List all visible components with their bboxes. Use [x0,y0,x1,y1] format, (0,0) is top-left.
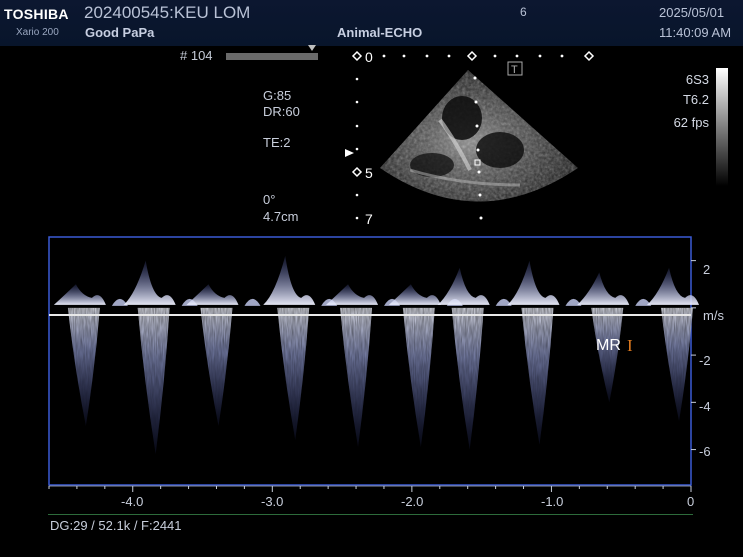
x-tick-minus1: -1.0 [541,494,564,509]
x-tick-minus4: -4.0 [121,494,144,509]
doppler-settings-info: DG:29 / 52.1k / F:2441 [50,518,182,533]
y-tick-2: 2 [703,262,711,277]
x-tick-minus3: -3.0 [261,494,284,509]
y-axis-unit: m/s [703,308,724,323]
y-tick-minus2: -2 [699,353,711,368]
footer-divider [48,514,693,515]
text-cursor-icon[interactable]: I [627,336,633,356]
x-tick-minus2: -2.0 [401,494,424,509]
y-tick-minus6: -6 [699,444,711,459]
y-tick-minus4: -4 [699,399,711,414]
measurement-label: MR [596,337,621,354]
doppler-spectrum-chart [48,236,700,492]
x-tick-0: 0 [687,494,695,509]
